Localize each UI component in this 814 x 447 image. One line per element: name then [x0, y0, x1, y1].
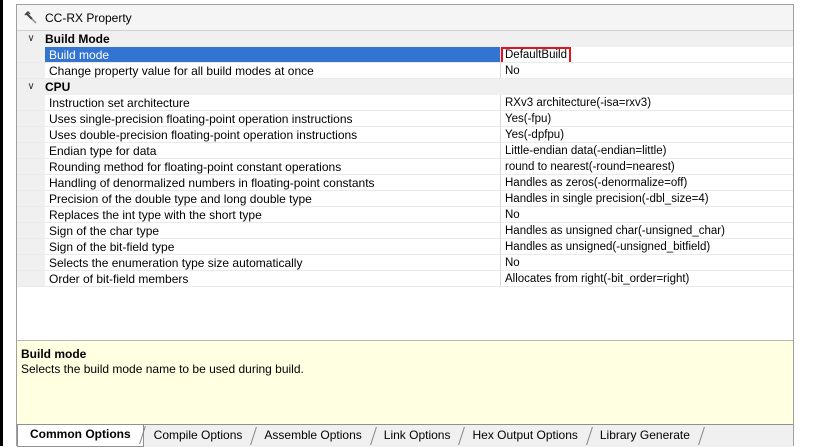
row-gutter [17, 47, 45, 62]
property-name[interactable]: Selects the enumeration type size automa… [45, 255, 501, 270]
left-edge [0, 0, 3, 446]
tab-common-options[interactable]: Common Options [17, 425, 144, 447]
property-row[interactable]: Handling of denormalized numbers in floa… [17, 175, 793, 191]
row-gutter [17, 159, 45, 174]
row-gutter [17, 223, 45, 238]
property-value[interactable]: Handles in single precision(-dbl_size=4) [501, 191, 793, 206]
property-name[interactable]: Change property value for all build mode… [45, 63, 501, 78]
chevron-down-icon[interactable]: ∨ [17, 79, 45, 95]
description-text: Selects the build mode name to be used d… [21, 362, 304, 376]
tab-library-generate[interactable]: Library Generate [590, 425, 702, 446]
property-row[interactable]: Build mode DefaultBuild [17, 47, 793, 63]
property-value[interactable]: round to nearest(-round=nearest) [501, 159, 793, 174]
property-row[interactable]: Replaces the int type with the short typ… [17, 207, 793, 223]
property-name[interactable]: Handling of denormalized numbers in floa… [45, 175, 501, 190]
panel-title: CC-RX Property [45, 10, 132, 25]
property-name[interactable]: Build mode [45, 47, 501, 62]
property-name[interactable]: Endian type for data [45, 143, 501, 158]
row-gutter [17, 191, 45, 206]
property-row[interactable]: Sign of the char type Handles as unsigned… [17, 223, 793, 239]
row-gutter [17, 271, 45, 286]
property-value[interactable]: Yes(-fpu) [501, 111, 793, 126]
property-row[interactable]: Instruction set architecture RXv3 archite… [17, 95, 793, 111]
property-name[interactable]: Instruction set architecture [45, 95, 501, 110]
panel-titlebar: CC-RX Property [17, 5, 793, 31]
property-row[interactable]: Uses double-precision floating-point ope… [17, 127, 793, 143]
tab-hex-output-options[interactable]: Hex Output Options [462, 425, 589, 446]
category-header[interactable]: ∨ Build Mode [17, 31, 793, 47]
property-value[interactable]: RXv3 architecture(-isa=rxv3) [501, 95, 793, 110]
row-gutter [17, 127, 45, 142]
tab-link-options[interactable]: Link Options [374, 425, 463, 446]
row-gutter [17, 207, 45, 222]
property-row[interactable]: Endian type for data Little-endian data(-… [17, 143, 793, 159]
property-value[interactable]: DefaultBuild [501, 47, 793, 62]
property-value[interactable]: No [501, 255, 793, 270]
row-gutter [17, 175, 45, 190]
wrench-icon [23, 10, 39, 26]
property-row[interactable]: Change property value for all build mode… [17, 63, 793, 79]
property-value[interactable]: Little-endian data(-endian=little) [501, 143, 793, 158]
description-panel: Build mode Selects the build mode name t… [17, 340, 793, 424]
property-value[interactable]: Handles as unsigned(-unsigned_bitfield) [501, 239, 793, 254]
property-name[interactable]: Rounding method for floating-point const… [45, 159, 501, 174]
property-value[interactable]: Handles as unsigned char(-unsigned_char) [501, 223, 793, 238]
category-label: Build Mode [45, 32, 110, 46]
property-grid: ∨ Build Mode Build mode DefaultBuild Change … [17, 31, 793, 287]
property-name[interactable]: Sign of the bit-field type [45, 239, 501, 254]
row-gutter [17, 239, 45, 254]
description-title: Build mode [21, 347, 87, 361]
property-row[interactable]: Precision of the double type and long do… [17, 191, 793, 207]
property-value[interactable]: Yes(-dpfpu) [501, 127, 793, 142]
property-row[interactable]: Sign of the bit-field type Handles as uns… [17, 239, 793, 255]
property-value[interactable]: Handles as zeros(-denormalize=off) [501, 175, 793, 190]
highlighted-value[interactable]: DefaultBuild [501, 47, 572, 62]
tab-compile-options[interactable]: Compile Options [144, 425, 255, 446]
property-name[interactable]: Order of bit-field members [45, 271, 501, 286]
row-gutter [17, 143, 45, 158]
property-name[interactable]: Sign of the char type [45, 223, 501, 238]
property-name[interactable]: Uses double-precision floating-point ope… [45, 127, 501, 142]
property-row[interactable]: Selects the enumeration type size automa… [17, 255, 793, 271]
property-value[interactable]: Allocates from right(-bit_order=right) [501, 271, 793, 286]
row-gutter [17, 95, 45, 110]
category-header[interactable]: ∨ CPU [17, 79, 793, 95]
property-value[interactable]: No [501, 63, 793, 78]
property-name[interactable]: Replaces the int type with the short typ… [45, 207, 501, 222]
options-tab-strip: Common Options Compile Options Assemble Op… [17, 424, 793, 447]
category-label: CPU [45, 80, 71, 94]
property-panel: CC-RX Property ∨ Build Mode Build mode Defa… [16, 4, 794, 447]
row-gutter [17, 111, 45, 126]
property-row[interactable]: Order of bit-field members Allocates from… [17, 271, 793, 287]
chevron-down-icon[interactable]: ∨ [17, 31, 45, 47]
property-row[interactable]: Rounding method for floating-point const… [17, 159, 793, 175]
row-gutter [17, 255, 45, 270]
tab-assemble-options[interactable]: Assemble Options [254, 425, 373, 446]
row-gutter [17, 63, 45, 78]
property-name[interactable]: Uses single-precision floating-point ope… [45, 111, 501, 126]
property-name[interactable]: Precision of the double type and long do… [45, 191, 501, 206]
property-value[interactable]: No [501, 207, 793, 222]
property-row[interactable]: Uses single-precision floating-point ope… [17, 111, 793, 127]
